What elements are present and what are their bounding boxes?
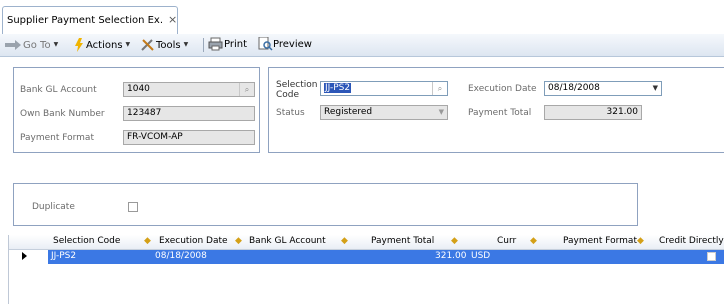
bank-gl-account-value: 1040 [127,84,150,94]
bank-panel: Bank GL Account 1040 ⌕ Own Bank Number 1… [13,67,260,153]
tools-label: Tools [156,40,181,51]
grid-header: Selection Code ◆ Execution Date ◆ Bank G… [9,235,724,250]
column-header[interactable]: Payment Format [563,236,637,246]
cell-curr: USD [471,251,491,261]
column-header[interactable]: Selection Code [53,236,120,246]
goto-label: Go To [23,40,51,51]
column-header[interactable]: Credit Directly o [659,236,724,246]
selection-code-value: JJ-PS2 [324,83,352,93]
status-value: Registered [324,107,373,117]
goto-icon [5,40,23,50]
pin-icon[interactable]: ◆ [144,236,151,246]
actions-label: Actions [86,40,123,51]
search-icon[interactable]: ⌕ [239,83,254,96]
own-bank-number-value: 123487 [127,108,162,118]
payment-format-label: Payment Format [20,133,94,143]
dropdown-arrow-icon: ▼ [438,108,444,116]
payment-format-field: FR-VCOM-AP [123,130,255,145]
actions-icon [72,38,86,52]
preview-button[interactable]: Preview [257,36,312,53]
form-content: Bank GL Account 1040 ⌕ Own Bank Number 1… [0,57,724,304]
bank-gl-account-field[interactable]: 1040 ⌕ [123,82,255,97]
selection-panel: Selection Code JJ-PS2 ⌕ Status Registere… [268,67,724,153]
payment-selection-grid: Selection Code ◆ Execution Date ◆ Bank G… [8,235,724,304]
status-select: Registered ▼ [320,105,448,120]
payment-format-value: FR-VCOM-AP [127,132,183,142]
dropdown-arrow-icon[interactable]: ▼ [653,82,658,95]
execution-date-value: 08/18/2008 [548,83,600,93]
cell-selection-code: JJ-PS2 [51,251,77,261]
toolbar-separator [203,38,204,52]
tab-strip: Supplier Payment Selection Ex. × [0,0,724,35]
chevron-down-icon: ▼ [53,41,59,48]
cell-payment-total: 321.00 [435,251,467,261]
pin-icon[interactable]: ◆ [637,236,644,246]
chevron-down-icon: ▼ [125,41,131,48]
selected-row-fill [48,250,724,264]
column-header[interactable]: Curr [497,236,516,246]
own-bank-number-field: 123487 [123,106,255,121]
payment-total-field: 321.00 [544,105,642,120]
column-header[interactable]: Payment Total [371,236,434,246]
pin-icon[interactable]: ◆ [341,236,348,246]
pin-icon[interactable]: ◆ [451,236,458,246]
toolbar: Go To ▼ Actions ▼ Tools ▼ Print Preview [0,34,724,57]
table-row[interactable]: JJ-PS2 08/18/2008 321.00 USD [9,250,724,264]
cell-execution-date: 08/18/2008 [155,251,207,261]
duplicate-checkbox[interactable] [128,202,138,212]
preview-icon [257,36,273,51]
goto-button[interactable]: Go To ▼ [5,37,58,53]
selection-code-field[interactable]: JJ-PS2 ⌕ [320,81,448,96]
tools-icon [140,38,156,52]
tab-label: Supplier Payment Selection Ex. [7,15,164,26]
close-icon[interactable]: × [168,13,177,26]
column-header[interactable]: Execution Date [159,236,228,246]
execution-date-label: Execution Date [468,84,537,94]
actions-button[interactable]: Actions ▼ [72,37,130,53]
status-label: Status [276,108,305,118]
pin-icon[interactable]: ◆ [530,236,537,246]
column-header[interactable]: Bank GL Account [249,236,326,246]
row-indicator-icon [22,252,27,260]
print-icon [208,37,224,51]
print-button[interactable]: Print [208,37,247,53]
duplicate-label: Duplicate [32,202,75,212]
print-label: Print [224,39,248,50]
bank-gl-account-label: Bank GL Account [20,85,97,95]
search-icon[interactable]: ⌕ [432,82,447,95]
duplicate-panel: Duplicate [13,183,638,226]
payment-total-label: Payment Total [468,108,532,118]
execution-date-field[interactable]: 08/18/2008 ▼ [544,81,662,96]
payment-total-value: 321.00 [606,107,639,117]
tools-button[interactable]: Tools ▼ [140,37,188,53]
row-selector[interactable] [9,250,47,264]
credit-directly-checkbox[interactable] [707,252,716,261]
selection-code-label-line2: Code [276,90,300,100]
tab-supplier-payment-selection[interactable]: Supplier Payment Selection Ex. × [2,6,178,34]
selection-code-label-line1: Selection [276,80,318,90]
own-bank-number-label: Own Bank Number [20,109,105,119]
preview-label: Preview [273,39,312,50]
pin-icon[interactable]: ◆ [235,236,242,246]
chevron-down-icon: ▼ [183,41,189,48]
